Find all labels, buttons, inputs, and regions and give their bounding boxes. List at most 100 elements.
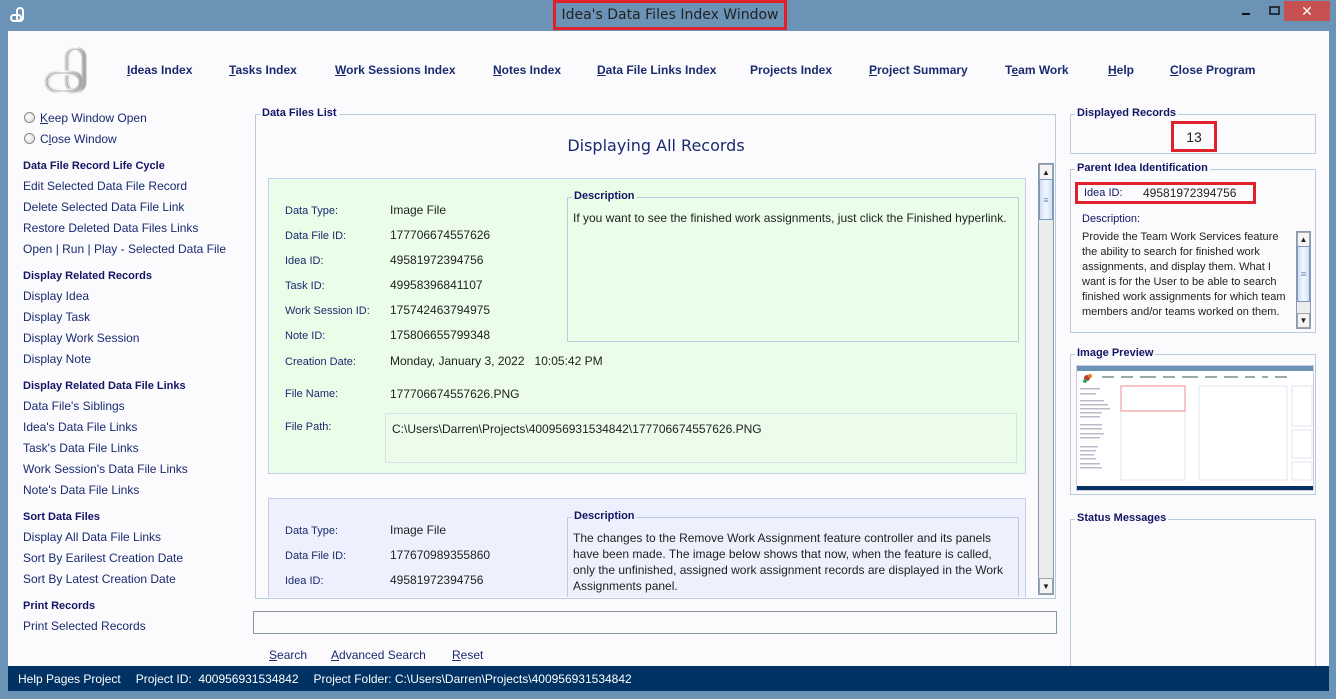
close-window-label[interactable]: Close Window [40, 132, 117, 146]
display-all-links-link[interactable]: Display All Data File Links [23, 530, 161, 544]
project-folder: Project Folder: C:\Users\Darren\Projects… [313, 671, 632, 686]
restore-deleted-links[interactable]: Restore Deleted Data Files Links [23, 221, 198, 235]
file-name-label: File Name: [285, 388, 339, 400]
status-messages-group: Status Messages [1070, 512, 1316, 679]
description-text: The changes to the Remove Work Assignmen… [573, 531, 1004, 593]
display-work-session-link[interactable]: Display Work Session [23, 331, 139, 345]
records-scrollbar[interactable]: ▲ ≡ ▼ [1038, 163, 1054, 595]
scroll-up-button[interactable]: ▲ [1297, 232, 1310, 247]
window-title: Idea's Data Files Index Window [561, 7, 779, 23]
task-data-file-links-link[interactable]: Task's Data File Links [23, 441, 139, 455]
sort-earliest-link[interactable]: Sort By Earilest Creation Date [23, 551, 183, 565]
data-file-id-label: Data File ID: [285, 230, 347, 242]
print-selected-records-link[interactable]: Print Selected Records [23, 619, 146, 633]
records-viewport: Data Type: Image File Data File ID: 1777… [256, 165, 1034, 597]
display-task-link[interactable]: Display Task [23, 310, 90, 324]
description-scrollbar[interactable]: ▲ ≡ ▼ [1296, 231, 1311, 329]
menu-project-summary[interactable]: Project Summary [869, 63, 968, 77]
close-icon: ✕ [1301, 2, 1313, 19]
window-title-highlight: Idea's Data Files Index Window [553, 0, 787, 30]
sort-latest-link[interactable]: Sort By Latest Creation Date [23, 572, 176, 586]
record-card[interactable]: Data Type: Image File Data File ID: 1777… [268, 178, 1026, 474]
maximize-icon [1269, 6, 1280, 15]
parent-idea-id-value: 49581972394756 [1143, 186, 1237, 200]
menu-team-work[interactable]: Team Work [1005, 63, 1069, 77]
menu-mnemonic: D [597, 63, 606, 77]
minimize-icon [1242, 13, 1250, 15]
close-window-radio[interactable] [24, 133, 35, 144]
app-logo-chain-icon [44, 46, 87, 94]
menu-label: lose Program [1178, 63, 1256, 77]
display-note-link[interactable]: Display Note [23, 352, 91, 366]
status-messages-legend: Status Messages [1075, 512, 1169, 524]
scroll-down-button[interactable]: ▼ [1039, 578, 1053, 594]
section-heading-related-records: Display Related Records [23, 270, 152, 282]
advanced-search-button[interactable]: Advanced Search [331, 648, 426, 662]
scroll-up-button[interactable]: ▲ [1039, 164, 1053, 180]
menu-projects-index[interactable]: Projects Index [750, 63, 832, 77]
search-input[interactable] [253, 611, 1057, 634]
section-heading-life-cycle: Data File Record Life Cycle [23, 160, 165, 172]
work-session-id-label: Work Session ID: [285, 305, 370, 317]
displayed-records-group: Displayed Records 13 [1070, 107, 1316, 154]
image-preview-legend: Image Preview [1075, 347, 1156, 359]
menu-mnemonic: N [493, 63, 502, 77]
button-label: dvanced Search [339, 648, 426, 662]
idea-id-label: Idea ID: [285, 575, 324, 587]
reset-button[interactable]: Reset [452, 648, 483, 662]
description-text: If you want to see the finished work ass… [573, 211, 1007, 225]
data-type-value: Image File [390, 203, 447, 217]
app-chain-link-icon [10, 7, 24, 22]
menu-label: ata File Links Index [605, 63, 717, 77]
open-run-play-link[interactable]: Open | Run | Play - Selected Data File [23, 242, 226, 256]
note-data-file-links-link[interactable]: Note's Data File Links [23, 483, 139, 497]
scroll-thumb[interactable]: ≡ [1039, 179, 1053, 220]
display-idea-link[interactable]: Display Idea [23, 289, 89, 303]
arrow-down-icon: ▼ [1299, 316, 1308, 325]
data-file-siblings-link[interactable]: Data File's Siblings [23, 399, 125, 413]
scroll-down-button[interactable]: ▼ [1297, 313, 1310, 328]
parent-idea-description-label: Description: [1082, 213, 1141, 225]
keep-window-open-label[interactable]: Keep Window Open [40, 111, 147, 125]
work-session-id-value: 175742463794975 [390, 303, 491, 317]
work-session-data-file-links-link[interactable]: Work Session's Data File Links [23, 462, 188, 476]
data-file-id-value: 177706674557626 [390, 228, 491, 242]
project-id: Project ID: 400956931534842 [135, 671, 299, 686]
idea-id-value: 49581972394756 [390, 253, 484, 267]
menu-close-program[interactable]: Close Program [1170, 63, 1255, 77]
idea-id-value: 49581972394756 [390, 573, 484, 587]
menu-label: ork Sessions Index [346, 63, 456, 77]
scroll-thumb[interactable]: ≡ [1297, 246, 1310, 302]
button-label: earch [277, 648, 308, 662]
close-window-button[interactable]: ✕ [1284, 1, 1330, 21]
menu-data-file-links-index[interactable]: Data File Links Index [597, 63, 716, 77]
menu-help[interactable]: Help [1108, 63, 1134, 77]
preview-screenshot-icon [1077, 366, 1313, 490]
menu-tasks-index[interactable]: Tasks Index [229, 63, 297, 77]
file-path-field[interactable]: C:\Users\Darren\Projects\400956931534842… [385, 413, 1017, 463]
file-path-label: File Path: [285, 421, 332, 433]
creation-date-label: Creation Date: [285, 356, 356, 368]
menu-label: am Work [1018, 63, 1069, 77]
task-id-label: Task ID: [285, 280, 325, 292]
radio-label-prefix: C [40, 132, 49, 146]
image-preview-thumbnail[interactable] [1076, 365, 1314, 491]
idea-data-file-links-link[interactable]: Idea's Data File Links [23, 420, 137, 434]
idea-id-label: Idea ID: [285, 255, 324, 267]
edit-selected-record-link[interactable]: Edit Selected Data File Record [23, 179, 187, 193]
menu-label: elp [1116, 63, 1135, 77]
delete-selected-link[interactable]: Delete Selected Data File Link [23, 200, 184, 214]
parent-idea-id-highlight: Idea ID: 49581972394756 [1075, 182, 1256, 204]
minimize-button[interactable] [1232, 1, 1262, 21]
search-button[interactable]: Search [269, 648, 307, 662]
displayed-records-count: 13 [1171, 121, 1217, 152]
menu-ideas-index[interactable]: Ideas Index [127, 63, 192, 77]
record-card[interactable]: Data Type: Image File Data File ID: 1776… [268, 498, 1026, 597]
parent-idea-id-label: Idea ID: [1084, 187, 1123, 199]
keep-window-open-radio[interactable] [24, 112, 35, 123]
menu-notes-index[interactable]: Notes Index [493, 63, 561, 77]
button-mnemonic: S [269, 648, 278, 662]
task-id-value: 49958396841107 [390, 278, 483, 292]
menu-work-sessions-index[interactable]: Work Sessions Index [335, 63, 456, 77]
grip-icon: ≡ [1043, 194, 1049, 205]
